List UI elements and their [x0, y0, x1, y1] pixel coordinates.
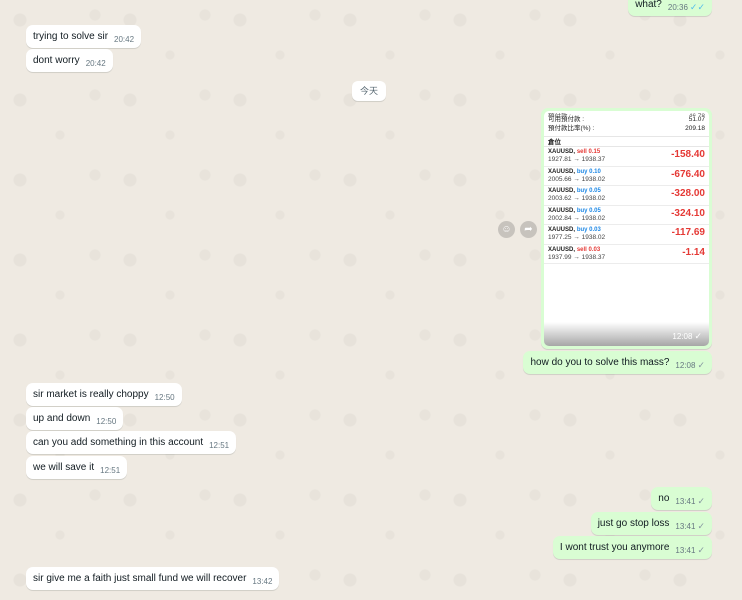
- message-text: what?: [635, 0, 662, 10]
- position-symbol: XAUUSD,: [548, 149, 576, 155]
- position-side: sell 0.15: [576, 149, 601, 155]
- forward-icon[interactable]: ➦: [520, 221, 537, 238]
- message-outgoing[interactable]: how do you to solve this mass? 12:08 ✓: [523, 351, 712, 374]
- message-time: 12:50: [154, 393, 175, 402]
- image-time: 12:08 ✓: [672, 331, 702, 341]
- position-side: buy 0.10: [576, 168, 601, 175]
- sent-tick-icon: ✓: [694, 331, 702, 341]
- message-time: 13:41 ✓: [675, 496, 705, 506]
- position-row: XAUUSD, sell 0.03 1937.99 → 1938.37 -1.1…: [544, 245, 709, 264]
- message-incoming[interactable]: up and down 12:50: [26, 407, 124, 430]
- positions-header: 倉位: [544, 136, 709, 147]
- position-side: sell 0.03: [576, 246, 601, 253]
- message-time: 12:51: [100, 466, 121, 475]
- message-outgoing[interactable]: what? 20:36 ✓✓: [628, 0, 712, 16]
- read-receipt-icon: ✓✓: [689, 2, 705, 12]
- message-text: up and down: [33, 413, 91, 424]
- message-time: 13:41 ✓: [675, 545, 705, 555]
- message-outgoing[interactable]: no 13:41 ✓: [651, 487, 712, 510]
- position-symbol: XAUUSD,: [548, 168, 576, 175]
- account-summary: 預付款 : 46.78 可用預付款 : 51.07 預付款比率(%) : 209…: [544, 111, 709, 134]
- position-pl: -328.00: [671, 188, 705, 199]
- position-row: XAUUSD, sell 0.15 1927.81 → 1938.37 -158…: [544, 147, 709, 167]
- summary-row: 可用預付款 : 51.07: [548, 116, 705, 123]
- message-text: how do you to solve this mass?: [530, 357, 670, 368]
- message-time: 20:36 ✓✓: [667, 2, 705, 12]
- position-symbol: XAUUSD,: [548, 188, 576, 194]
- message-text: I wont trust you anymore: [559, 542, 670, 553]
- message-incoming[interactable]: trying to solve sir 20:42: [26, 25, 142, 48]
- message-text: we will save it: [33, 462, 95, 473]
- message-time: 20:42: [114, 35, 135, 44]
- message-text: sir give me a faith just small fund we w…: [33, 573, 247, 584]
- trading-screenshot[interactable]: 預付款 : 46.78 可用預付款 : 51.07 預付款比率(%) : 209…: [544, 111, 709, 346]
- date-divider: 今天: [352, 81, 386, 101]
- message-incoming[interactable]: dont worry 20:42: [26, 49, 113, 72]
- message-time: 12:51: [209, 441, 230, 450]
- emoji-icon[interactable]: ☺: [498, 221, 515, 238]
- position-row: XAUUSD, buy 0.05 2002.84 → 1938.02 -324.…: [544, 206, 709, 225]
- message-text: can you add something in this account: [33, 437, 204, 448]
- message-incoming[interactable]: sir give me a faith just small fund we w…: [26, 567, 280, 590]
- position-symbol: XAUUSD,: [548, 227, 576, 233]
- position-row: XAUUSD, buy 0.03 1977.25 → 1938.02 -117.…: [544, 225, 709, 245]
- message-text: just go stop loss: [597, 518, 670, 529]
- sent-tick-icon: ✓: [697, 545, 705, 555]
- position-pl: -324.10: [671, 207, 705, 219]
- message-time: 12:50: [96, 417, 117, 426]
- message-time: 13:42: [252, 577, 273, 586]
- message-text: sir market is really choppy: [33, 389, 149, 400]
- position-row: XAUUSD, buy 0.05 2003.62 → 1938.02 -328.…: [544, 186, 709, 206]
- position-side: buy 0.05: [576, 188, 601, 194]
- message-outgoing[interactable]: just go stop loss 13:41 ✓: [590, 512, 712, 535]
- position-pl: -1.14: [682, 246, 705, 258]
- sent-tick-icon: ✓: [697, 521, 705, 531]
- summary-row: 預付款比率(%) : 209.18: [548, 125, 705, 132]
- position-symbol: XAUUSD,: [548, 207, 576, 214]
- image-message[interactable]: 預付款 : 46.78 可用預付款 : 51.07 預付款比率(%) : 209…: [541, 108, 712, 349]
- message-time: 12:08 ✓: [675, 360, 705, 370]
- sent-tick-icon: ✓: [697, 496, 705, 506]
- position-side: buy 0.03: [576, 227, 601, 233]
- position-pl: -676.40: [671, 168, 705, 180]
- position-row: XAUUSD, buy 0.10 2005.66 → 1938.02 -676.…: [544, 167, 709, 186]
- message-text: trying to solve sir: [33, 31, 109, 42]
- sent-tick-icon: ✓: [697, 360, 705, 370]
- message-incoming[interactable]: can you add something in this account 12…: [26, 431, 237, 454]
- position-side: buy 0.05: [576, 207, 601, 214]
- message-text: no: [658, 493, 670, 504]
- message-time: 20:42: [85, 59, 106, 68]
- message-outgoing[interactable]: I wont trust you anymore 13:41 ✓: [552, 536, 712, 559]
- message-incoming[interactable]: sir market is really choppy 12:50: [26, 383, 182, 406]
- position-pl: -117.69: [671, 227, 705, 238]
- position-pl: -158.40: [671, 149, 705, 160]
- message-time: 13:41 ✓: [675, 521, 705, 531]
- position-symbol: XAUUSD,: [548, 246, 576, 253]
- message-incoming[interactable]: we will save it 12:51: [26, 456, 128, 479]
- message-text: dont worry: [33, 55, 80, 66]
